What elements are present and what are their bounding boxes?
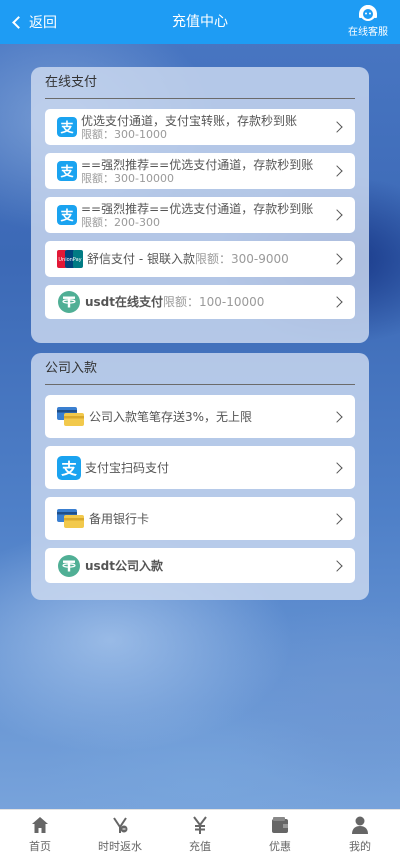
bottom-nav: 首页 时时返水 充值 优惠 我的	[0, 809, 400, 858]
chevron-right-icon	[331, 209, 343, 221]
company-deposit-panel: 公司入款 公司入款笔笔存送3%，无上限 支 支付宝扫码支付 备用银行卡 usdt…	[31, 353, 369, 600]
item-limit: 限额：300-9000	[194, 252, 289, 266]
company-deposit-item-3[interactable]: 备用银行卡	[45, 497, 355, 540]
item-title: 备用银行卡	[89, 511, 150, 526]
chevron-right-icon	[331, 165, 343, 177]
page-title: 充值中心	[172, 14, 228, 30]
online-payment-item-2[interactable]: 支 ==强烈推荐==优选支付通道，存款秒到账 限额：300-10000	[45, 153, 355, 189]
online-payment-item-5[interactable]: usdt在线支付限额：100-10000	[45, 285, 355, 319]
home-icon	[32, 816, 48, 833]
user-icon	[352, 816, 368, 834]
chevron-left-icon	[12, 15, 25, 29]
yen-icon	[193, 815, 207, 834]
chevron-right-icon	[331, 410, 343, 423]
company-deposit-title: 公司入款	[45, 353, 355, 385]
online-payment-item-4[interactable]: UnionPay 舒信支付 - 银联入款限额：300-9000	[45, 241, 355, 277]
nav-label: 首页	[29, 839, 51, 853]
item-limit: 限额：100-10000	[163, 295, 265, 309]
tether-icon	[57, 554, 81, 578]
nav-label: 优惠	[269, 839, 291, 853]
item-title: usdt在线支付	[85, 295, 164, 309]
item-limit: 限额：200-300	[81, 215, 160, 229]
item-title: 舒信支付 - 银联入款	[87, 252, 195, 266]
nav-home[interactable]: 首页	[0, 810, 80, 858]
company-deposit-item-1[interactable]: 公司入款笔笔存送3%，无上限	[45, 395, 355, 438]
tether-icon	[57, 290, 81, 314]
bank-card-icon	[57, 508, 85, 529]
rebate-icon	[113, 816, 128, 833]
bank-card-icon	[57, 406, 85, 427]
top-bar: 返回 充值中心 在线客服	[0, 0, 400, 44]
customer-service-button[interactable]: 在线客服	[344, 3, 392, 41]
alipay-icon: 支	[57, 117, 77, 137]
item-title: 支付宝扫码支付	[85, 460, 170, 475]
online-payment-item-3[interactable]: 支 ==强烈推荐==优选支付通道，存款秒到账 限额：200-300	[45, 197, 355, 233]
alipay-icon: 支	[57, 205, 77, 225]
nav-rebate[interactable]: 时时返水	[80, 810, 160, 858]
item-limit: 限额：300-1000	[81, 127, 167, 141]
unionpay-icon: UnionPay	[57, 250, 83, 268]
chevron-right-icon	[331, 559, 343, 572]
nav-label: 我的	[349, 839, 371, 853]
alipay-icon: 支	[57, 161, 77, 181]
svg-text:UnionPay: UnionPay	[58, 257, 81, 263]
nav-label: 时时返水	[98, 839, 142, 853]
customer-service-icon	[359, 5, 377, 21]
item-title: ==强烈推荐==优选支付通道，存款秒到账	[81, 201, 314, 216]
item-title: 公司入款笔笔存送3%，无上限	[89, 409, 253, 424]
chevron-right-icon	[331, 121, 343, 133]
svg-text:支: 支	[59, 208, 74, 224]
online-payment-title: 在线支付	[45, 67, 355, 99]
nav-label: 充值	[189, 839, 211, 853]
wallet-icon	[272, 816, 288, 833]
alipay-icon: 支	[57, 455, 81, 480]
item-title: ==强烈推荐==优选支付通道，存款秒到账	[81, 157, 314, 172]
svg-text:支: 支	[60, 459, 77, 478]
svg-text:支: 支	[59, 120, 74, 136]
item-title: 优选支付通道，支付宝转账，存款秒到账	[81, 113, 298, 128]
online-payment-panel: 在线支付 支 优选支付通道，支付宝转账，存款秒到账 限额：300-1000 支 …	[31, 67, 369, 343]
company-deposit-item-2[interactable]: 支 支付宝扫码支付	[45, 446, 355, 489]
chevron-right-icon	[331, 461, 343, 474]
chevron-right-icon	[331, 296, 343, 308]
chevron-right-icon	[331, 253, 343, 265]
nav-mine[interactable]: 我的	[320, 810, 400, 858]
back-button[interactable]: 返回	[10, 0, 57, 44]
item-title: usdt公司入款	[85, 558, 164, 573]
svg-text:支: 支	[59, 164, 74, 180]
chevron-right-icon	[331, 512, 343, 525]
item-limit: 限额：300-10000	[81, 171, 174, 185]
nav-promotions[interactable]: 优惠	[240, 810, 320, 858]
nav-deposit[interactable]: 充值	[160, 810, 240, 858]
back-label: 返回	[29, 15, 57, 31]
customer-service-label: 在线客服	[348, 27, 388, 38]
company-deposit-item-4[interactable]: usdt公司入款	[45, 548, 355, 583]
online-payment-item-1[interactable]: 支 优选支付通道，支付宝转账，存款秒到账 限额：300-1000	[45, 109, 355, 145]
